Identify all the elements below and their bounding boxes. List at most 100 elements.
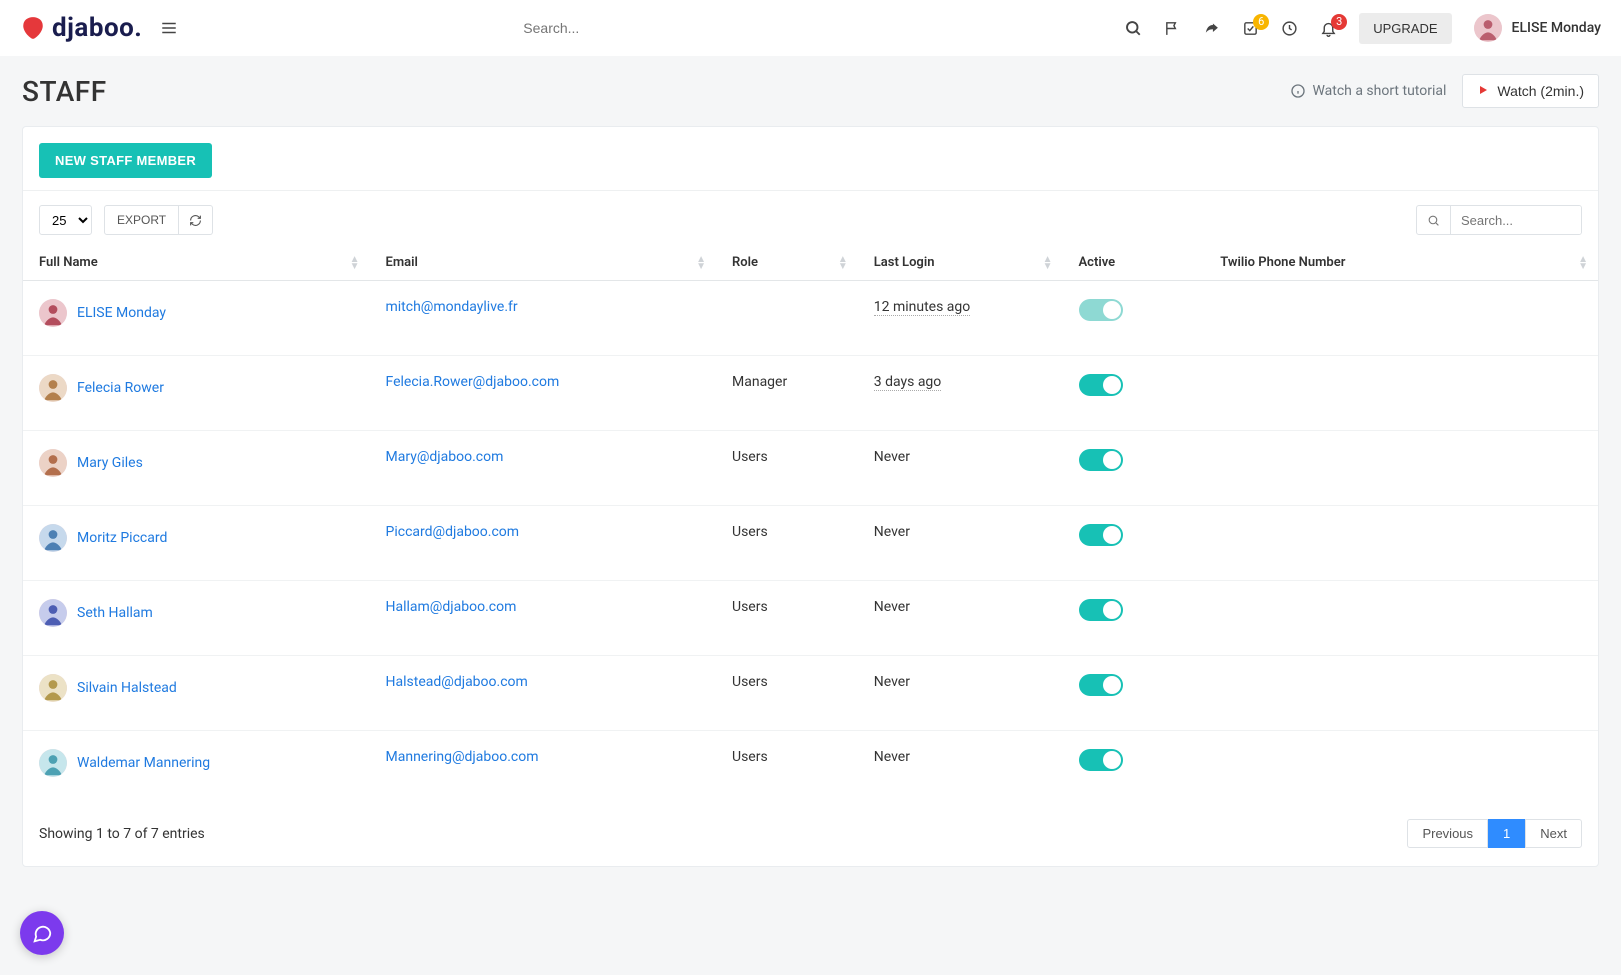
new-staff-button[interactable]: NEW STAFF MEMBER [39, 143, 212, 178]
staff-name-link[interactable]: Seth Hallam [77, 605, 153, 621]
active-toggle[interactable] [1079, 299, 1123, 321]
active-toggle[interactable] [1079, 374, 1123, 396]
active-toggle[interactable] [1079, 749, 1123, 771]
table-row: ELISE Mondaymitch@mondaylive.fr12 minute… [23, 281, 1598, 356]
staff-email-link[interactable]: mitch@mondaylive.fr [386, 299, 518, 315]
staff-name-link[interactable]: Felecia Rower [77, 380, 164, 396]
play-icon [1477, 83, 1489, 99]
staff-last-login: Never [874, 524, 910, 540]
sort-icon: ▲▼ [1578, 256, 1588, 270]
watch-tutorial-link[interactable]: Watch a short tutorial [1290, 83, 1446, 99]
search-icon[interactable] [1124, 19, 1142, 37]
pager-page-1-button[interactable]: 1 [1488, 819, 1525, 848]
sort-icon: ▲▼ [350, 256, 360, 270]
table-row: Silvain Halstead Halstead@djaboo.com Users… [23, 656, 1598, 731]
staff-email-link[interactable]: Halstead@djaboo.com [386, 674, 528, 690]
chat-fab[interactable] [20, 911, 64, 955]
staff-last-login: Never [874, 449, 910, 465]
global-search-wrap [196, 19, 1106, 37]
clock-icon[interactable] [1281, 20, 1298, 37]
table-row: Felecia Rower Felecia.Rower@djaboo.com Man… [23, 356, 1598, 431]
avatar [39, 749, 67, 777]
table-search-group [1416, 205, 1582, 235]
staff-name-link[interactable]: Waldemar Mannering [77, 755, 210, 771]
staff-name-link[interactable]: Moritz Piccard [77, 530, 167, 546]
active-toggle[interactable] [1079, 449, 1123, 471]
staff-twilio [1204, 356, 1598, 431]
upgrade-button[interactable]: UPGRADE [1359, 13, 1451, 44]
table-row: Waldemar ManneringMannering@djaboo.comUs… [23, 731, 1598, 806]
user-name-label: ELISE Monday [1512, 20, 1601, 36]
staff-table: Full Name▲▼ Email▲▼ Role▲▼ Last Login▲▼ … [23, 245, 1598, 805]
global-search-input[interactable] [521, 19, 781, 37]
col-active[interactable]: Active [1063, 245, 1205, 281]
staff-twilio [1204, 731, 1598, 806]
staff-role: Users [716, 581, 858, 656]
col-full-name[interactable]: Full Name▲▼ [23, 245, 370, 281]
staff-last-login: 3 days ago [874, 374, 942, 391]
staff-email-link[interactable]: Felecia.Rower@djaboo.com [386, 374, 560, 390]
staff-email-link[interactable]: Hallam@djaboo.com [386, 599, 517, 615]
table-row: Seth Hallam Hallam@djaboo.com Users Never [23, 581, 1598, 656]
notif-badge: 3 [1331, 14, 1347, 30]
avatar [39, 449, 67, 477]
staff-last-login: Never [874, 599, 910, 615]
staff-role: Manager [716, 356, 858, 431]
staff-card: NEW STAFF MEMBER 25 EXPORT [22, 126, 1599, 867]
staff-email-link[interactable]: Mary@djaboo.com [386, 449, 504, 465]
col-last-login[interactable]: Last Login▲▼ [858, 245, 1063, 281]
active-toggle[interactable] [1079, 524, 1123, 546]
staff-twilio [1204, 656, 1598, 731]
guitar-pick-icon [20, 15, 46, 41]
brand-logo[interactable]: djaboo. [20, 13, 142, 43]
avatar [39, 674, 67, 702]
refresh-icon [189, 214, 202, 227]
watch-video-button[interactable]: Watch (2min.) [1462, 74, 1599, 108]
staff-name-link[interactable]: Mary Giles [77, 455, 143, 471]
staff-role: Users [716, 506, 858, 581]
col-role[interactable]: Role▲▼ [716, 245, 858, 281]
staff-twilio [1204, 281, 1598, 356]
staff-email-link[interactable]: Piccard@djaboo.com [386, 524, 520, 540]
topbar: djaboo. 6 3 UPGRADE [0, 0, 1621, 56]
table-footer: Showing 1 to 7 of 7 entries Previous 1 N… [23, 805, 1598, 866]
sort-icon: ▲▼ [1043, 256, 1053, 270]
active-toggle[interactable] [1079, 599, 1123, 621]
page-title: STAFF [22, 75, 107, 108]
avatar [39, 524, 67, 552]
info-icon [1290, 83, 1306, 99]
staff-role: Users [716, 431, 858, 506]
menu-toggle-icon[interactable] [160, 19, 178, 37]
staff-email-link[interactable]: Mannering@djaboo.com [386, 749, 539, 765]
page-size-select[interactable]: 25 [39, 205, 92, 235]
staff-name-link[interactable]: ELISE Monday [77, 305, 166, 321]
tasks-icon[interactable]: 6 [1242, 20, 1259, 37]
bell-icon[interactable]: 3 [1320, 20, 1337, 37]
active-toggle[interactable] [1079, 674, 1123, 696]
tasks-badge: 6 [1253, 14, 1269, 30]
refresh-button[interactable] [179, 205, 213, 235]
export-button[interactable]: EXPORT [104, 205, 179, 235]
table-search-input[interactable] [1451, 206, 1581, 234]
col-email[interactable]: Email▲▼ [370, 245, 717, 281]
staff-name-link[interactable]: Silvain Halstead [77, 680, 177, 696]
pager: Previous 1 Next [1407, 819, 1582, 848]
share-icon[interactable] [1203, 20, 1220, 37]
table-row: Moritz Piccard Piccard@djaboo.com Users Nev… [23, 506, 1598, 581]
pager-prev-button[interactable]: Previous [1407, 819, 1488, 848]
chat-icon [31, 922, 53, 944]
sort-icon: ▲▼ [838, 256, 848, 270]
table-toolbar: 25 EXPORT [23, 191, 1598, 235]
flag-icon[interactable] [1164, 20, 1181, 37]
pager-next-button[interactable]: Next [1525, 819, 1582, 848]
col-twilio[interactable]: Twilio Phone Number▲▼ [1204, 245, 1598, 281]
staff-role: Users [716, 656, 858, 731]
sort-icon: ▲▼ [696, 256, 706, 270]
staff-twilio [1204, 431, 1598, 506]
table-row: Mary Giles Mary@djaboo.com Users Never [23, 431, 1598, 506]
avatar [39, 299, 67, 327]
brand-name: djaboo. [52, 13, 142, 43]
user-menu[interactable]: ELISE Monday [1474, 14, 1601, 42]
table-search-icon[interactable] [1417, 206, 1451, 234]
avatar [39, 374, 67, 402]
